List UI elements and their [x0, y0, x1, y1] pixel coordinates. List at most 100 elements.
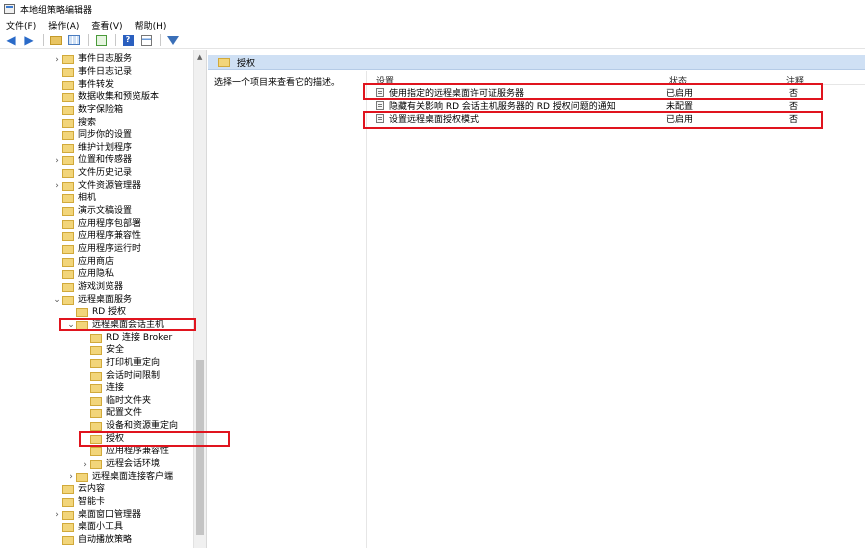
tree-item[interactable]: 云内容: [52, 484, 105, 497]
folder-icon: [62, 510, 74, 520]
policy-row[interactable]: 设置远程桌面授权模式 已启用 否: [371, 112, 865, 125]
folder-icon: [90, 346, 102, 356]
folder-icon: [62, 523, 74, 533]
menu-view[interactable]: 查看(V): [85, 19, 128, 32]
folder-icon: [62, 207, 74, 217]
tree-item-label: 应用程序兼容性: [106, 446, 170, 457]
tree-item[interactable]: 相机: [52, 193, 96, 206]
tree-item[interactable]: 游戏浏览器: [52, 281, 123, 294]
folder-icon: [62, 156, 74, 166]
tree-item[interactable]: 同步你的设置: [52, 129, 132, 142]
tree-item[interactable]: 桌面小工具: [52, 522, 123, 535]
folder-icon: [62, 498, 74, 508]
toolbar-separator: [88, 34, 89, 46]
tree-item[interactable]: 事件转发: [52, 79, 114, 92]
tree-item[interactable]: 应用隐私: [52, 269, 114, 282]
chevron-right-icon[interactable]: ›: [80, 460, 90, 470]
tree-item[interactable]: 连接: [80, 382, 124, 395]
tree-item[interactable]: 智能卡: [52, 496, 105, 509]
app-icon: [4, 4, 15, 14]
tree-item[interactable]: 事件日志记录: [52, 66, 132, 79]
folder-icon: [90, 422, 102, 432]
folder-icon: [76, 308, 88, 318]
tree-item[interactable]: 应用商店: [52, 256, 114, 269]
tree-item[interactable]: ⌄ 远程桌面服务: [52, 294, 132, 307]
chevron-right-icon[interactable]: ›: [52, 181, 62, 191]
title-bar: 本地组策略编辑器: [0, 0, 865, 18]
policy-row[interactable]: 隐藏有关影响 RD 会话主机服务器的 RD 授权问题的通知 未配置 否: [371, 99, 865, 112]
tree-item-label: RD 授权: [92, 307, 127, 318]
filter-icon[interactable]: [165, 33, 181, 47]
tree-item[interactable]: › 位置和传感器: [52, 155, 132, 168]
up-folder-icon[interactable]: [48, 33, 64, 47]
policy-state: 已启用: [666, 89, 694, 99]
tree-item[interactable]: 数据收集和预览版本: [52, 91, 159, 104]
show-hide-tree-icon[interactable]: [66, 33, 82, 47]
tree-item[interactable]: 数字保险箱: [52, 104, 123, 117]
tree-item[interactable]: 应用程序兼容性: [80, 446, 169, 459]
chevron-right-icon[interactable]: ›: [52, 55, 62, 65]
tree-item[interactable]: 文件历史记录: [52, 167, 132, 180]
tree-item[interactable]: 配置文件: [80, 408, 142, 421]
tree-item[interactable]: 应用程序运行时: [52, 243, 141, 256]
tree-item-label: 自动播放策略: [78, 534, 133, 545]
folder-icon: [62, 93, 74, 103]
menu-file[interactable]: 文件(F): [0, 19, 42, 32]
tree-item[interactable]: 搜索: [52, 117, 96, 130]
tree-item[interactable]: RD 授权: [66, 307, 126, 320]
tree-item[interactable]: 应用程序兼容性: [52, 231, 141, 244]
tree-item[interactable]: › 远程桌面连接客户端: [66, 471, 173, 484]
tree-item[interactable]: 设备和资源重定向: [80, 420, 178, 433]
chevron-right-icon[interactable]: ›: [52, 510, 62, 520]
tree-item[interactable]: RD 连接 Broker: [80, 332, 172, 345]
scroll-up-icon[interactable]: ▲: [197, 53, 202, 61]
tree-item-label: 应用程序包部署: [78, 218, 142, 229]
tree-item[interactable]: 自动播放策略: [52, 534, 132, 547]
tree-item[interactable]: 临时文件夹: [80, 395, 151, 408]
tree-item[interactable]: 打印机重定向: [80, 357, 160, 370]
description-text: 选择一个项目来查看它的描述。: [214, 78, 341, 88]
tree-item-label: 事件日志服务: [78, 54, 133, 65]
tree-item[interactable]: 演示文稿设置: [52, 205, 132, 218]
tree-item[interactable]: › 文件资源管理器: [52, 180, 141, 193]
tree-item-label: 远程会话环境: [106, 459, 161, 470]
tree-item-label: 同步你的设置: [78, 130, 133, 141]
help-icon[interactable]: ?: [120, 33, 136, 47]
tree-item[interactable]: 维护计划程序: [52, 142, 132, 155]
folder-icon: [90, 434, 102, 444]
folder-icon: [90, 447, 102, 457]
tree-item[interactable]: › 远程会话环境: [80, 458, 160, 471]
tree-item[interactable]: › 桌面窗口管理器: [52, 509, 141, 522]
policy-row[interactable]: 使用指定的远程桌面许可证服务器 已启用 否: [371, 86, 865, 99]
tree-scrollbar[interactable]: ▲: [193, 50, 206, 548]
tree-item[interactable]: ⌄ 远程桌面会话主机: [66, 319, 164, 332]
tree-item-label: 维护计划程序: [78, 142, 133, 153]
folder-icon: [90, 396, 102, 406]
menu-action[interactable]: 操作(A): [42, 19, 85, 32]
folder-icon: [62, 535, 74, 545]
scrollbar-thumb[interactable]: [196, 360, 204, 535]
forward-icon[interactable]: ▶: [21, 33, 37, 47]
tree-item-label: 演示文稿设置: [78, 206, 133, 217]
tree-item[interactable]: 授权: [80, 433, 124, 446]
toolbar: ◀ ▶ ?: [0, 32, 865, 49]
menu-help[interactable]: 帮助(H): [129, 19, 173, 32]
tree-item-label: 安全: [106, 345, 125, 356]
tree-item[interactable]: › 事件日志服务: [52, 54, 132, 67]
tree-item[interactable]: 会话时间限制: [80, 370, 160, 383]
chevron-down-icon[interactable]: ⌄: [52, 295, 62, 305]
chevron-right-icon[interactable]: ›: [52, 156, 62, 166]
back-icon[interactable]: ◀: [3, 33, 19, 47]
export-list-icon[interactable]: [93, 33, 109, 47]
folder-icon: [62, 55, 74, 65]
tree-item[interactable]: 应用程序包部署: [52, 218, 141, 231]
properties-icon[interactable]: [138, 33, 154, 47]
tree-item-label: 远程桌面服务: [78, 294, 133, 305]
chevron-down-icon[interactable]: ⌄: [66, 320, 76, 330]
tree-item-label: 文件资源管理器: [78, 180, 142, 191]
folder-icon: [62, 181, 74, 191]
tree-item[interactable]: 安全: [80, 344, 124, 357]
details-pane: 授权 选择一个项目来查看它的描述。 设置 状态 注释 使用指定的远程桌面许可证服…: [208, 50, 865, 548]
tree-item-label: 游戏浏览器: [78, 281, 124, 292]
chevron-right-icon[interactable]: ›: [66, 472, 76, 482]
